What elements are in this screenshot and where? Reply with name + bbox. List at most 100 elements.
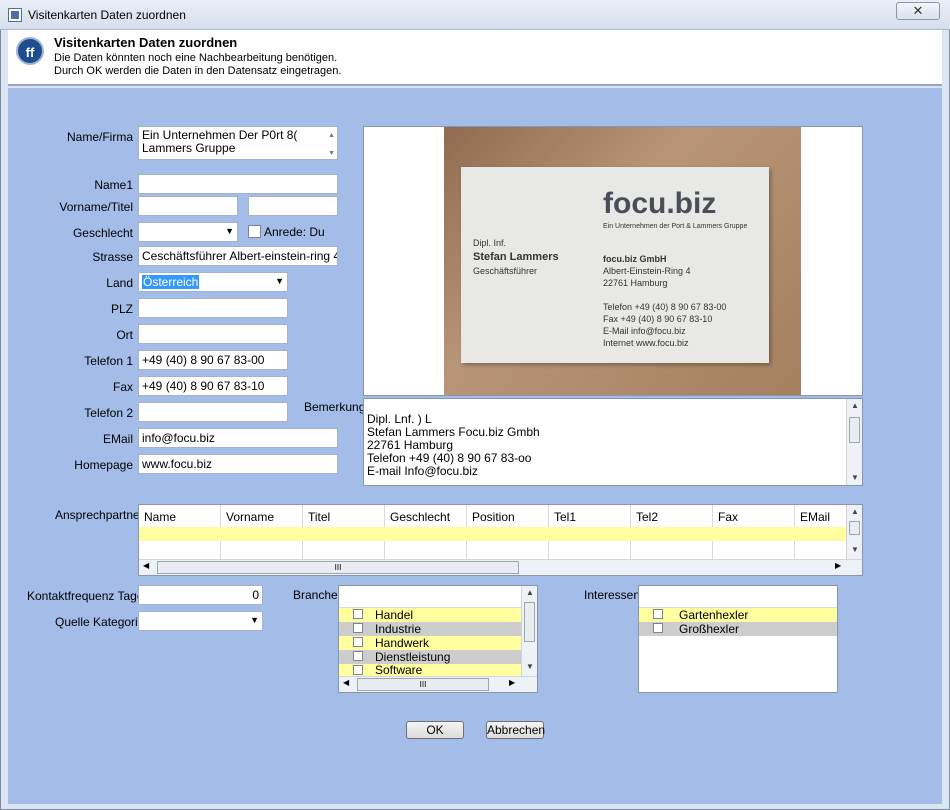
- branche-checkbox[interactable]: [353, 609, 363, 619]
- branche-label: Branche: [293, 588, 338, 602]
- column-header-fax[interactable]: Fax: [713, 505, 795, 527]
- scroll-thumb[interactable]: [849, 417, 860, 443]
- list-item[interactable]: Gartenhexler: [639, 608, 837, 622]
- bemerkung-scrollbar[interactable]: ▲ ▼: [846, 399, 862, 485]
- plz-input[interactable]: [138, 298, 288, 318]
- list-item[interactable]: Handel: [339, 608, 522, 622]
- branche-checkbox[interactable]: [353, 651, 363, 661]
- interessen-item-label: Großhexler: [679, 622, 740, 636]
- telefon2-input[interactable]: [138, 402, 288, 422]
- branche-hscroll[interactable]: ◀ III ▶: [339, 676, 537, 692]
- list-item[interactable]: Industrie: [339, 622, 522, 636]
- branche-list[interactable]: Handel Industrie Handwerk Dienstleistung…: [338, 585, 538, 693]
- card-tel: Telefon +49 (40) 8 90 67 83-00: [603, 302, 727, 312]
- anrede-checkbox[interactable]: [248, 225, 261, 238]
- contacts-hscroll[interactable]: ◀ III ▶: [139, 559, 862, 575]
- bemerkung-textarea[interactable]: Dipl. Lnf. ) L Stefan Lammers Focu.biz G…: [363, 398, 863, 486]
- telefon1-input[interactable]: +49 (40) 8 90 67 83-00: [138, 350, 288, 370]
- scroll-up-icon[interactable]: ▲: [328, 129, 335, 142]
- column-header-tel1[interactable]: Tel1: [549, 505, 631, 527]
- scroll-left-icon[interactable]: ◀: [343, 678, 349, 687]
- branche-checkbox[interactable]: [353, 665, 363, 675]
- scroll-down-icon[interactable]: ▼: [328, 147, 335, 159]
- name-firma-field[interactable]: Ein Unternehmen Der P0rt 8( Lammers Grup…: [138, 126, 338, 160]
- telefon1-label: Telefon 1: [84, 354, 133, 368]
- list-item[interactable]: Dienstleistung: [339, 650, 522, 664]
- quelle-kategorie-select[interactable]: ▼: [138, 611, 263, 631]
- scroll-up-icon[interactable]: ▲: [847, 399, 863, 413]
- interessen-checkbox[interactable]: [653, 623, 663, 633]
- branche-checkbox[interactable]: [353, 623, 363, 633]
- interessen-list[interactable]: Gartenhexler Großhexler: [638, 585, 838, 693]
- column-header-name[interactable]: Name: [139, 505, 221, 527]
- strasse-label: Strasse: [92, 250, 133, 264]
- scroll-thumb[interactable]: [524, 602, 535, 642]
- scroll-down-icon[interactable]: ▼: [847, 471, 863, 485]
- list-item[interactable]: Großhexler: [639, 622, 837, 636]
- scroll-left-icon[interactable]: ◀: [143, 561, 149, 570]
- name-firma-label: Name/Firma: [66, 130, 133, 144]
- anrede-label: Anrede: Du: [264, 225, 325, 239]
- kontaktfrequenz-label: Kontaktfrequenz Tage: [27, 589, 144, 603]
- geschlecht-select[interactable]: ▼: [138, 222, 238, 242]
- ort-input[interactable]: [138, 324, 288, 344]
- scroll-right-icon[interactable]: ▶: [835, 561, 841, 570]
- vorname-input[interactable]: [138, 196, 238, 216]
- card-tagline: Ein Unternehmen der Port & Lammers Grupp…: [603, 223, 748, 230]
- list-item[interactable]: Handwerk: [339, 636, 522, 650]
- titel-input[interactable]: [248, 196, 338, 216]
- email-input[interactable]: info@focu.biz: [138, 428, 338, 448]
- scroll-up-icon[interactable]: ▲: [522, 586, 538, 600]
- fax-input[interactable]: +49 (40) 8 90 67 83-10: [138, 376, 288, 396]
- homepage-label: Homepage: [74, 458, 133, 472]
- card-name: Stefan Lammers: [473, 251, 559, 263]
- card-photo: focu.biz Ein Unternehmen der Port & Lamm…: [444, 127, 801, 395]
- interessen-checkbox[interactable]: [653, 609, 663, 619]
- scroll-down-icon[interactable]: ▼: [522, 660, 538, 674]
- branche-item-label: Dienstleistung: [375, 650, 451, 664]
- column-header-tel2[interactable]: Tel2: [631, 505, 713, 527]
- kontaktfrequenz-input[interactable]: 0: [138, 585, 263, 605]
- ok-button[interactable]: OK: [406, 721, 464, 739]
- cancel-button[interactable]: Abbrechen: [486, 721, 545, 739]
- hscroll-thumb[interactable]: III: [157, 561, 519, 574]
- contacts-vscroll[interactable]: ▲ ▼: [846, 505, 862, 559]
- contacts-grid[interactable]: Name Vorname Titel Geschlecht Position T…: [138, 504, 863, 576]
- name1-label: Name1: [94, 178, 133, 192]
- card-email: E-Mail info@focu.biz: [603, 326, 686, 336]
- land-select[interactable]: Österreich ▼: [138, 272, 288, 292]
- column-header-email[interactable]: EMail: [795, 505, 847, 527]
- bemerkung-line-5: E-mail Info@focu.biz: [367, 464, 478, 478]
- hscroll-thumb[interactable]: III: [357, 678, 489, 691]
- table-row[interactable]: [139, 541, 847, 559]
- branche-item-label: Industrie: [375, 622, 422, 636]
- column-header-position[interactable]: Position: [467, 505, 549, 527]
- quelle-kategorie-label: Quelle Kategorie: [55, 615, 145, 629]
- name1-input[interactable]: [138, 174, 338, 194]
- column-header-geschlecht[interactable]: Geschlecht: [385, 505, 467, 527]
- strasse-input[interactable]: Ceschäftsführer Albert-einstein-ring 4: [138, 246, 338, 266]
- list-item[interactable]: Software: [339, 663, 522, 677]
- scroll-thumb[interactable]: [849, 521, 860, 535]
- scroll-right-icon[interactable]: ▶: [509, 678, 515, 687]
- column-header-vorname[interactable]: Vorname: [221, 505, 303, 527]
- close-button[interactable]: ✕: [896, 2, 940, 20]
- branche-vscroll[interactable]: ▲ ▼: [521, 586, 537, 676]
- email-label: EMail: [102, 432, 133, 446]
- branche-header: [339, 586, 522, 608]
- title-bar: Visitenkarten Daten zuordnen ✕: [0, 0, 950, 30]
- card-street: Albert-Einstein-Ring 4: [603, 266, 691, 276]
- branche-checkbox[interactable]: [353, 637, 363, 647]
- content-area: Name/Firma Ein Unternehmen Der P0rt 8( L…: [8, 88, 942, 804]
- interessen-label: Interessen: [584, 588, 641, 602]
- plz-label: PLZ: [110, 302, 133, 316]
- card-company: focu.biz GmbH: [603, 254, 667, 264]
- chevron-down-icon: ▼: [275, 276, 284, 286]
- column-header-titel[interactable]: Titel: [303, 505, 385, 527]
- ansprechpartner-label: Ansprechpartner: [55, 508, 144, 522]
- bemerkung-label: Bemerkung: [304, 400, 366, 414]
- scroll-down-icon[interactable]: ▼: [847, 543, 863, 557]
- homepage-input[interactable]: www.focu.biz: [138, 454, 338, 474]
- table-row[interactable]: [139, 527, 847, 541]
- scroll-up-icon[interactable]: ▲: [847, 505, 863, 519]
